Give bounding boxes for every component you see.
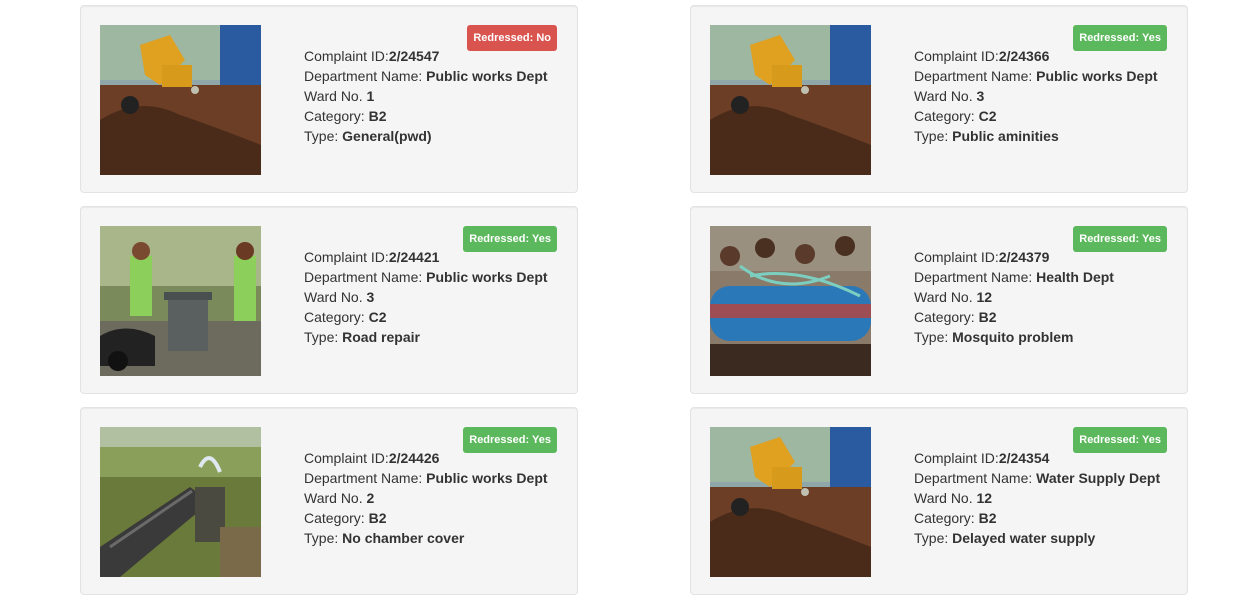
garbage-bin-photo[interactable] — [100, 226, 261, 376]
complaint-id: 2/24379 — [998, 249, 1050, 265]
department-line: Department Name: Water Supply Dept — [914, 470, 1161, 486]
department-line: Department Name: Health Dept — [914, 269, 1114, 285]
type-value: Public aminities — [952, 128, 1059, 144]
complaint-id-line: Complaint ID:2/24421 — [304, 249, 440, 265]
category-value: B2 — [978, 510, 997, 526]
complaint-id-line: Complaint ID:2/24379 — [914, 249, 1050, 265]
department-name: Public works Dept — [426, 269, 548, 285]
ward-number: 12 — [976, 490, 993, 506]
ward-number: 3 — [976, 88, 985, 104]
ward-number: 12 — [976, 289, 993, 305]
ward-number: 2 — [366, 490, 375, 506]
excavator-photo[interactable] — [710, 25, 871, 175]
category-value: C2 — [368, 309, 387, 325]
type-line: Type: No chamber cover — [304, 530, 465, 546]
complaint-id: 2/24366 — [998, 48, 1050, 64]
department-line: Department Name: Public works Dept — [304, 470, 548, 486]
complaint-card[interactable]: Redressed: Yes Complaint ID:2/24366 Depa… — [690, 5, 1188, 193]
department-name: Public works Dept — [426, 68, 548, 84]
complaint-id: 2/24547 — [388, 48, 440, 64]
department-name: Public works Dept — [426, 470, 548, 486]
complaint-card[interactable]: Redressed: Yes Complaint ID:2/24421 Depa… — [80, 206, 578, 394]
complaint-id: 2/24354 — [998, 450, 1050, 466]
category-value: B2 — [368, 108, 387, 124]
category-value: C2 — [978, 108, 997, 124]
complaint-card[interactable]: Redressed: Yes Complaint ID:2/24426 Depa… — [80, 407, 578, 595]
category-line: Category: B2 — [304, 108, 387, 124]
department-line: Department Name: Public works Dept — [304, 68, 548, 84]
excavator-photo[interactable] — [100, 25, 261, 175]
category-line: Category: B2 — [304, 510, 387, 526]
type-value: General(pwd) — [342, 128, 432, 144]
type-line: Type: Delayed water supply — [914, 530, 1096, 546]
ward-number: 3 — [366, 289, 375, 305]
category-line: Category: C2 — [304, 309, 387, 325]
complaint-id-line: Complaint ID:2/24366 — [914, 48, 1050, 64]
complaint-card[interactable]: Redressed: Yes Complaint ID:2/24354 Depa… — [690, 407, 1188, 595]
ward-line: Ward No. 12 — [914, 289, 993, 305]
ward-number: 1 — [366, 88, 375, 104]
type-value: Road repair — [342, 329, 420, 345]
type-line: Type: Public aminities — [914, 128, 1059, 144]
complaint-id: 2/24421 — [388, 249, 440, 265]
complaint-id-line: Complaint ID:2/24547 — [304, 48, 440, 64]
department-line: Department Name: Public works Dept — [914, 68, 1158, 84]
ward-line: Ward No. 1 — [304, 88, 375, 104]
water-tanker-photo[interactable] — [710, 226, 871, 376]
ward-line: Ward No. 3 — [914, 88, 985, 104]
type-line: Type: General(pwd) — [304, 128, 432, 144]
type-value: No chamber cover — [342, 530, 465, 546]
category-line: Category: B2 — [914, 510, 997, 526]
type-value: Mosquito problem — [952, 329, 1074, 345]
department-line: Department Name: Public works Dept — [304, 269, 548, 285]
complaint-id-line: Complaint ID:2/24354 — [914, 450, 1050, 466]
complaint-card[interactable]: Redressed: No Complaint ID:2/24547 Depar… — [80, 5, 578, 193]
category-line: Category: B2 — [914, 309, 997, 325]
type-line: Type: Road repair — [304, 329, 420, 345]
department-name: Water Supply Dept — [1036, 470, 1161, 486]
ward-line: Ward No. 12 — [914, 490, 993, 506]
complaint-id-line: Complaint ID:2/24426 — [304, 450, 440, 466]
category-value: B2 — [978, 309, 997, 325]
department-name: Health Dept — [1036, 269, 1114, 285]
complaint-card[interactable]: Redressed: Yes Complaint ID:2/24379 Depa… — [690, 206, 1188, 394]
category-value: B2 — [368, 510, 387, 526]
category-line: Category: C2 — [914, 108, 997, 124]
excavator-photo[interactable] — [710, 427, 871, 577]
type-value: Delayed water supply — [952, 530, 1096, 546]
ward-line: Ward No. 2 — [304, 490, 375, 506]
leaking-pipe-photo[interactable] — [100, 427, 261, 577]
complaint-id: 2/24426 — [388, 450, 440, 466]
department-name: Public works Dept — [1036, 68, 1158, 84]
ward-line: Ward No. 3 — [304, 289, 375, 305]
type-line: Type: Mosquito problem — [914, 329, 1074, 345]
